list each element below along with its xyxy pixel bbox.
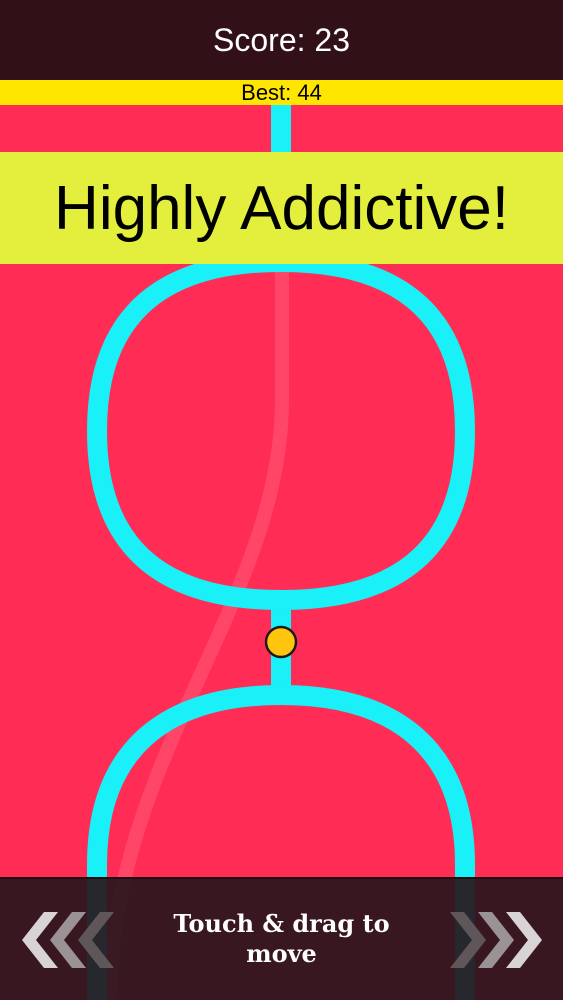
score-label: Score: 23 (213, 21, 350, 58)
best-score-bar: Best: 44 (0, 80, 563, 105)
score-bar: Score: 23 (0, 0, 563, 80)
promo-banner-text: Highly Addictive! (54, 173, 509, 243)
touch-drag-hint: Touch & drag to move (140, 909, 423, 969)
ghost-track-trail (103, 0, 289, 1000)
triple-chevron-left-icon (22, 912, 114, 968)
hint-line-1: Touch & drag to (173, 909, 390, 938)
promo-banner: Highly Addictive! (0, 152, 563, 264)
controls-bar: Touch & drag to move (0, 877, 563, 1000)
triple-chevron-right-icon (450, 912, 542, 968)
game-playfield[interactable] (0, 0, 563, 1000)
player-ball[interactable] (264, 625, 298, 659)
hint-line-2: move (246, 939, 317, 968)
best-score-label: Best: 44 (241, 80, 322, 105)
